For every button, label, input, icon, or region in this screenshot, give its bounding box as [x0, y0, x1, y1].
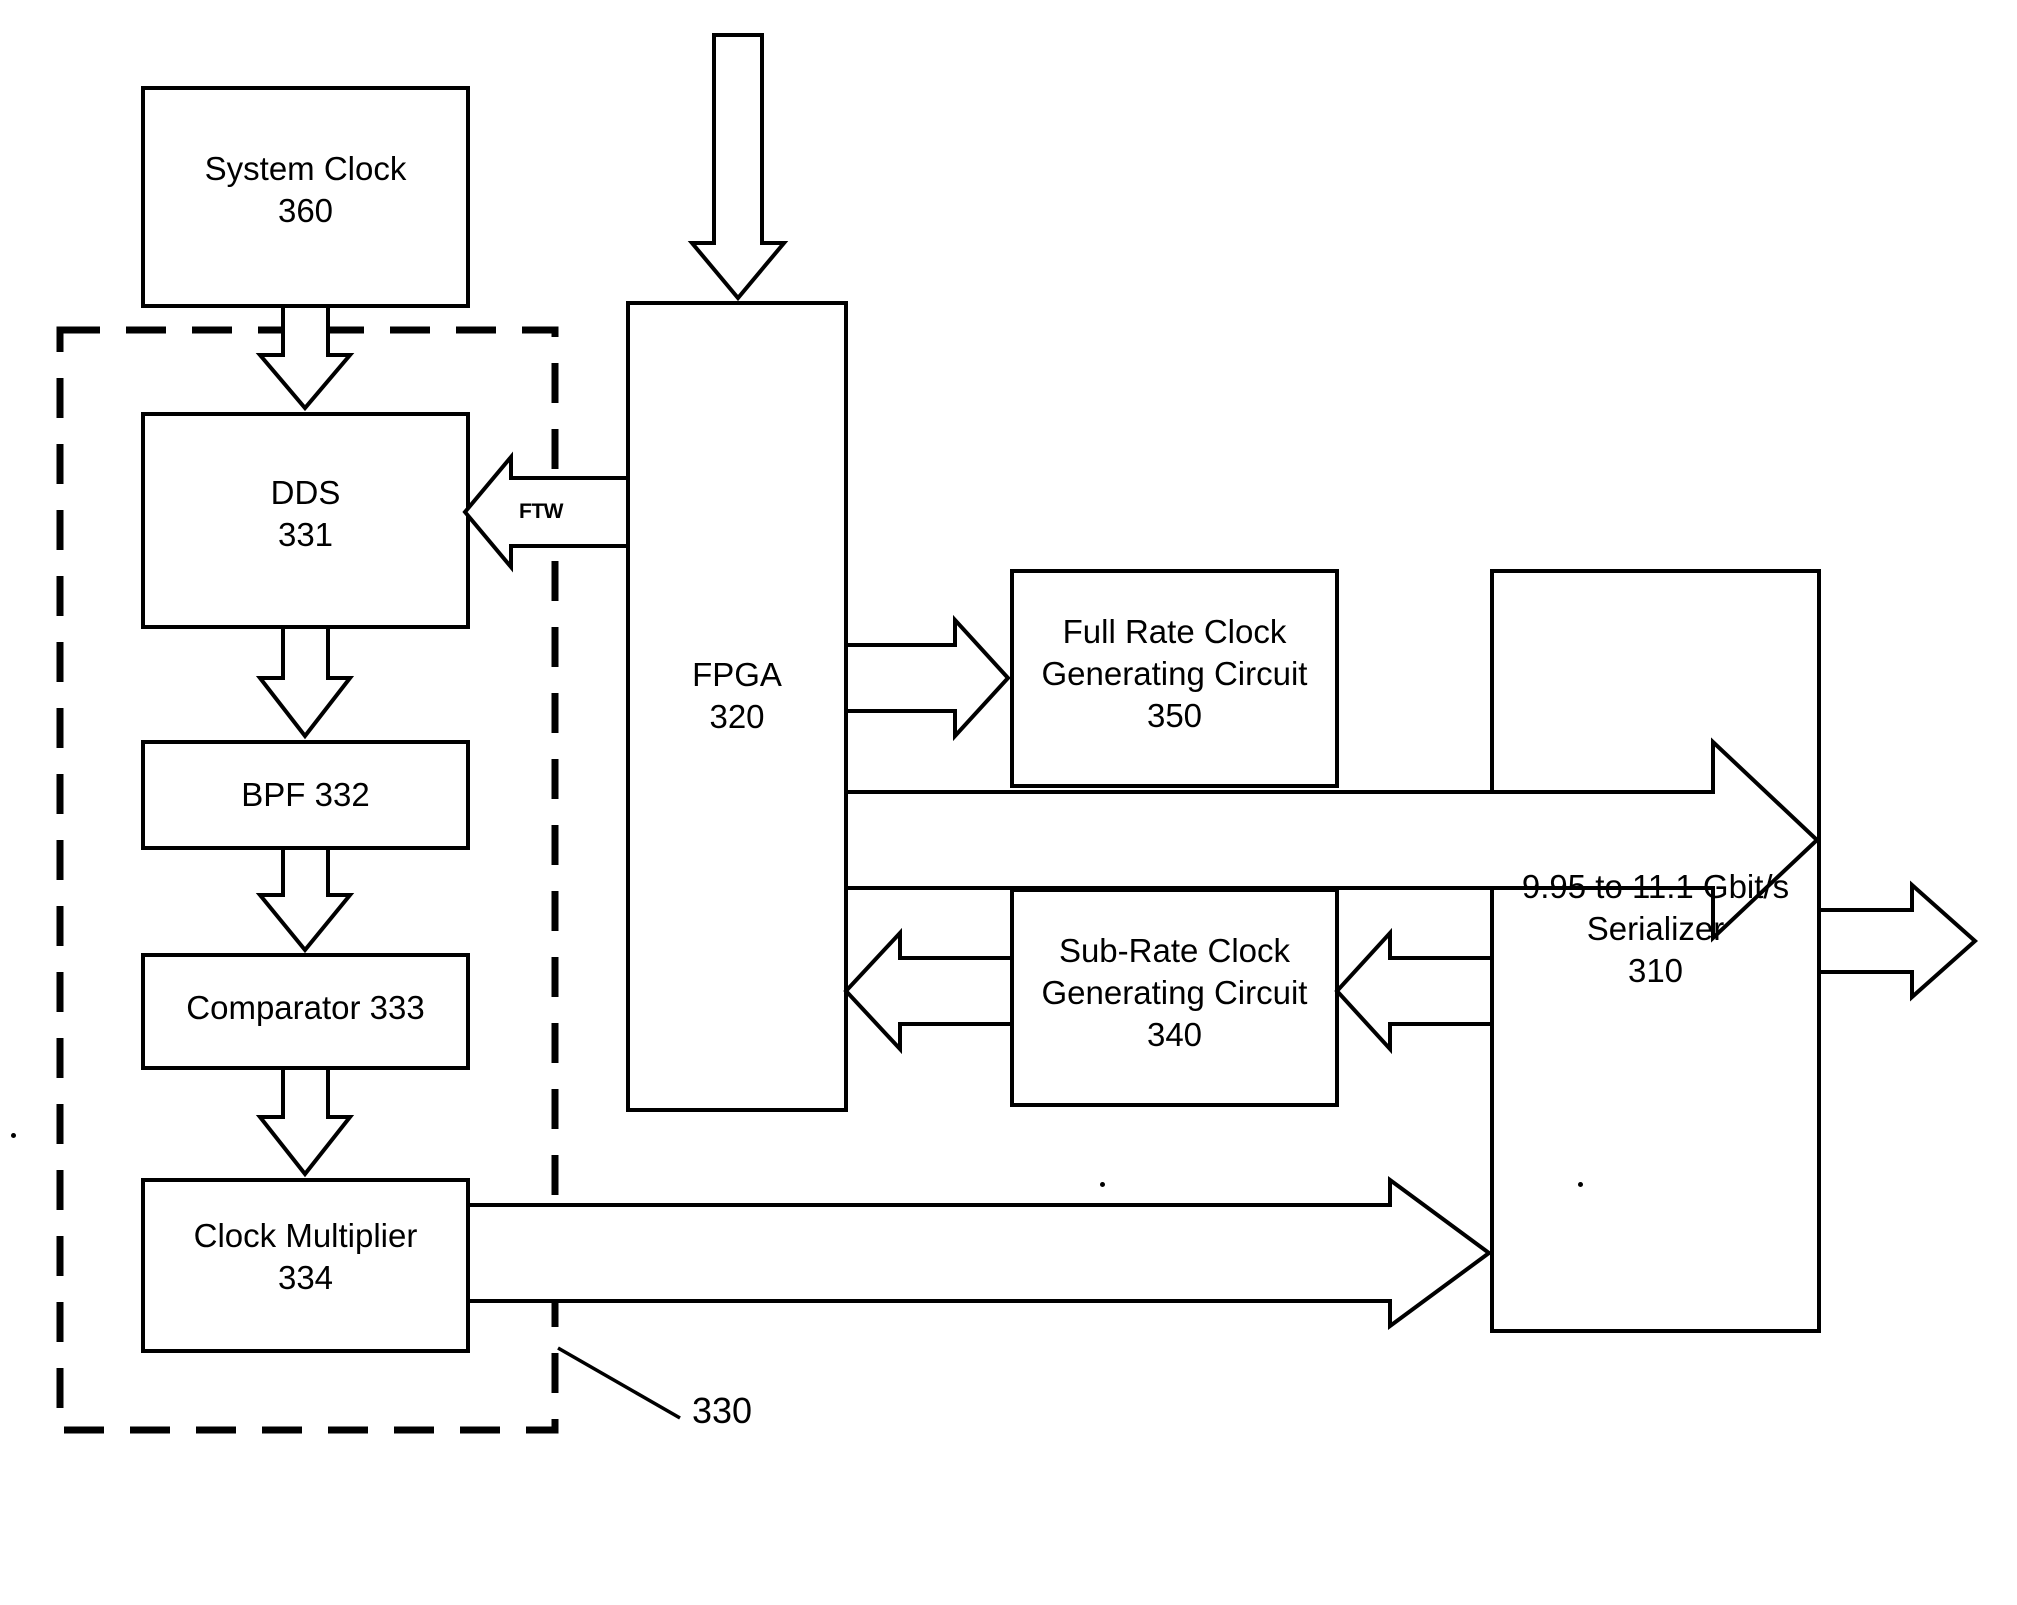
system-clock-box[interactable]: [141, 86, 470, 308]
sub-rate-clock-generating-circuit-box[interactable]: [1010, 888, 1339, 1107]
speck-right: [1578, 1182, 1583, 1187]
fpga-input-arrow: [687, 33, 789, 302]
serializer-box[interactable]: [1490, 569, 1821, 1333]
serializer-to-sub-rate-arrow: [1334, 927, 1494, 1055]
full-rate-clock-generating-circuit-box[interactable]: [1010, 569, 1339, 788]
fpga-box[interactable]: [626, 301, 848, 1112]
bpf-box[interactable]: [141, 740, 470, 850]
bpf-to-comparator-arrow: [255, 846, 355, 954]
system-clock-to-dds-arrow: [255, 304, 355, 412]
diagram-svg: [56, 33, 1979, 1434]
group-ref-label-330: 330: [692, 1390, 753, 1431]
clock-multiplier-to-serializer-arrow: [466, 1176, 1493, 1330]
figure-canvas: System Clock 360 DDS 331 BPF 332 Compara…: [0, 0, 2017, 1605]
speck-center: [1100, 1182, 1105, 1187]
ftw-signal-label: FTW: [519, 500, 563, 523]
dds-to-bpf-arrow: [255, 625, 355, 740]
comparator-box[interactable]: [141, 953, 470, 1070]
comparator-to-clock-multiplier-arrow: [255, 1066, 355, 1178]
serializer-output-arrow: [1817, 880, 1979, 1002]
fpga-to-full-rate-arrow: [844, 614, 1011, 742]
dds-box[interactable]: [141, 412, 470, 629]
speck-left: [11, 1133, 16, 1138]
sub-rate-to-fpga-arrow: [843, 927, 1014, 1055]
group-ref-leader-line: [557, 1346, 681, 1420]
clock-multiplier-box[interactable]: [141, 1178, 470, 1353]
